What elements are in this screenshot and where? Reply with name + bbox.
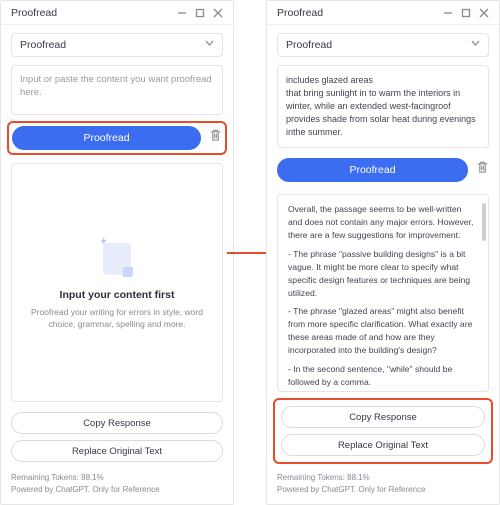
proofread-button[interactable]: Proofread	[277, 158, 468, 182]
maximize-button[interactable]	[191, 4, 209, 22]
footer: Remaining Tokens: 88.1% Powered by ChatG…	[267, 466, 499, 504]
replace-text-label: Replace Original Text	[338, 440, 428, 451]
close-icon	[479, 8, 489, 18]
output-paragraph: - The phrase "passive building designs" …	[288, 248, 478, 300]
window-title: Proofread	[277, 7, 323, 19]
close-button[interactable]	[209, 4, 227, 22]
proofread-panel-right: Proofread Proofread includes glazed area…	[266, 0, 500, 505]
minimize-button[interactable]	[439, 4, 457, 22]
input-textarea[interactable]: Input or paste the content you want proo…	[11, 65, 223, 115]
output-area-empty: ✦ Input your content first Proofread you…	[11, 163, 223, 402]
titlebar: Proofread	[1, 1, 233, 25]
mode-selector-row: Proofread	[267, 25, 499, 63]
window-title: Proofread	[11, 7, 57, 19]
input-textarea[interactable]: includes glazed areas that bring sunligh…	[277, 65, 489, 148]
maximize-icon	[461, 8, 471, 18]
proofread-button[interactable]: Proofread	[12, 126, 201, 150]
trash-icon	[209, 129, 222, 142]
trash-icon	[476, 161, 489, 174]
proofread-panel-left: Proofread Proofread Input or paste the c…	[0, 0, 234, 505]
replace-text-button[interactable]: Replace Original Text	[11, 440, 223, 462]
primary-action-row: Proofread	[267, 148, 499, 190]
maximize-button[interactable]	[457, 4, 475, 22]
empty-state-icon: ✦	[95, 235, 139, 279]
response-actions-highlight: Copy Response Replace Original Text	[273, 398, 493, 464]
chevron-down-icon	[205, 39, 214, 51]
proofread-button-highlight: Proofread	[7, 121, 227, 155]
clear-button[interactable]	[209, 129, 222, 147]
copy-response-button[interactable]: Copy Response	[281, 406, 485, 428]
tokens-remaining: Remaining Tokens: 88.1%	[277, 472, 489, 484]
minimize-icon	[177, 8, 187, 18]
footer-credit: Powered by ChatGPT. Only for Reference	[11, 484, 223, 496]
response-actions: Copy Response Replace Original Text	[1, 402, 233, 466]
copy-response-button[interactable]: Copy Response	[11, 412, 223, 434]
output-paragraph: Overall, the passage seems to be well-wr…	[288, 203, 478, 242]
copy-response-label: Copy Response	[349, 412, 417, 423]
mode-selector-row: Proofread	[1, 25, 233, 63]
minimize-button[interactable]	[173, 4, 191, 22]
output-paragraph: - In the second sentence, "while" should…	[288, 363, 478, 389]
titlebar: Proofread	[267, 1, 499, 25]
copy-response-label: Copy Response	[83, 418, 151, 429]
mode-selector[interactable]: Proofread	[277, 33, 489, 57]
tokens-remaining: Remaining Tokens: 88.1%	[11, 472, 223, 484]
scrollbar-thumb[interactable]	[482, 203, 486, 241]
footer-credit: Powered by ChatGPT. Only for Reference	[277, 484, 489, 496]
close-button[interactable]	[475, 4, 493, 22]
minimize-icon	[443, 8, 453, 18]
mode-selector[interactable]: Proofread	[11, 33, 223, 57]
mode-selector-value: Proofread	[286, 39, 332, 51]
close-icon	[213, 8, 223, 18]
footer: Remaining Tokens: 88.1% Powered by ChatG…	[1, 466, 233, 504]
chevron-down-icon	[471, 39, 480, 51]
replace-text-button[interactable]: Replace Original Text	[281, 434, 485, 456]
empty-state-title: Input your content first	[60, 289, 175, 301]
empty-state-subtitle: Proofread your writing for errors in sty…	[27, 307, 207, 331]
proofread-button-label: Proofread	[349, 164, 395, 176]
maximize-icon	[195, 8, 205, 18]
output-paragraph: - The phrase "glazed areas" might also b…	[288, 305, 478, 357]
replace-text-label: Replace Original Text	[72, 446, 162, 457]
mode-selector-value: Proofread	[20, 39, 66, 51]
output-area[interactable]: Overall, the passage seems to be well-wr…	[277, 194, 489, 392]
input-placeholder: Input or paste the content you want proo…	[20, 74, 212, 98]
input-content: includes glazed areas that bring sunligh…	[286, 75, 476, 137]
clear-button[interactable]	[476, 161, 489, 179]
proofread-button-label: Proofread	[83, 132, 129, 144]
